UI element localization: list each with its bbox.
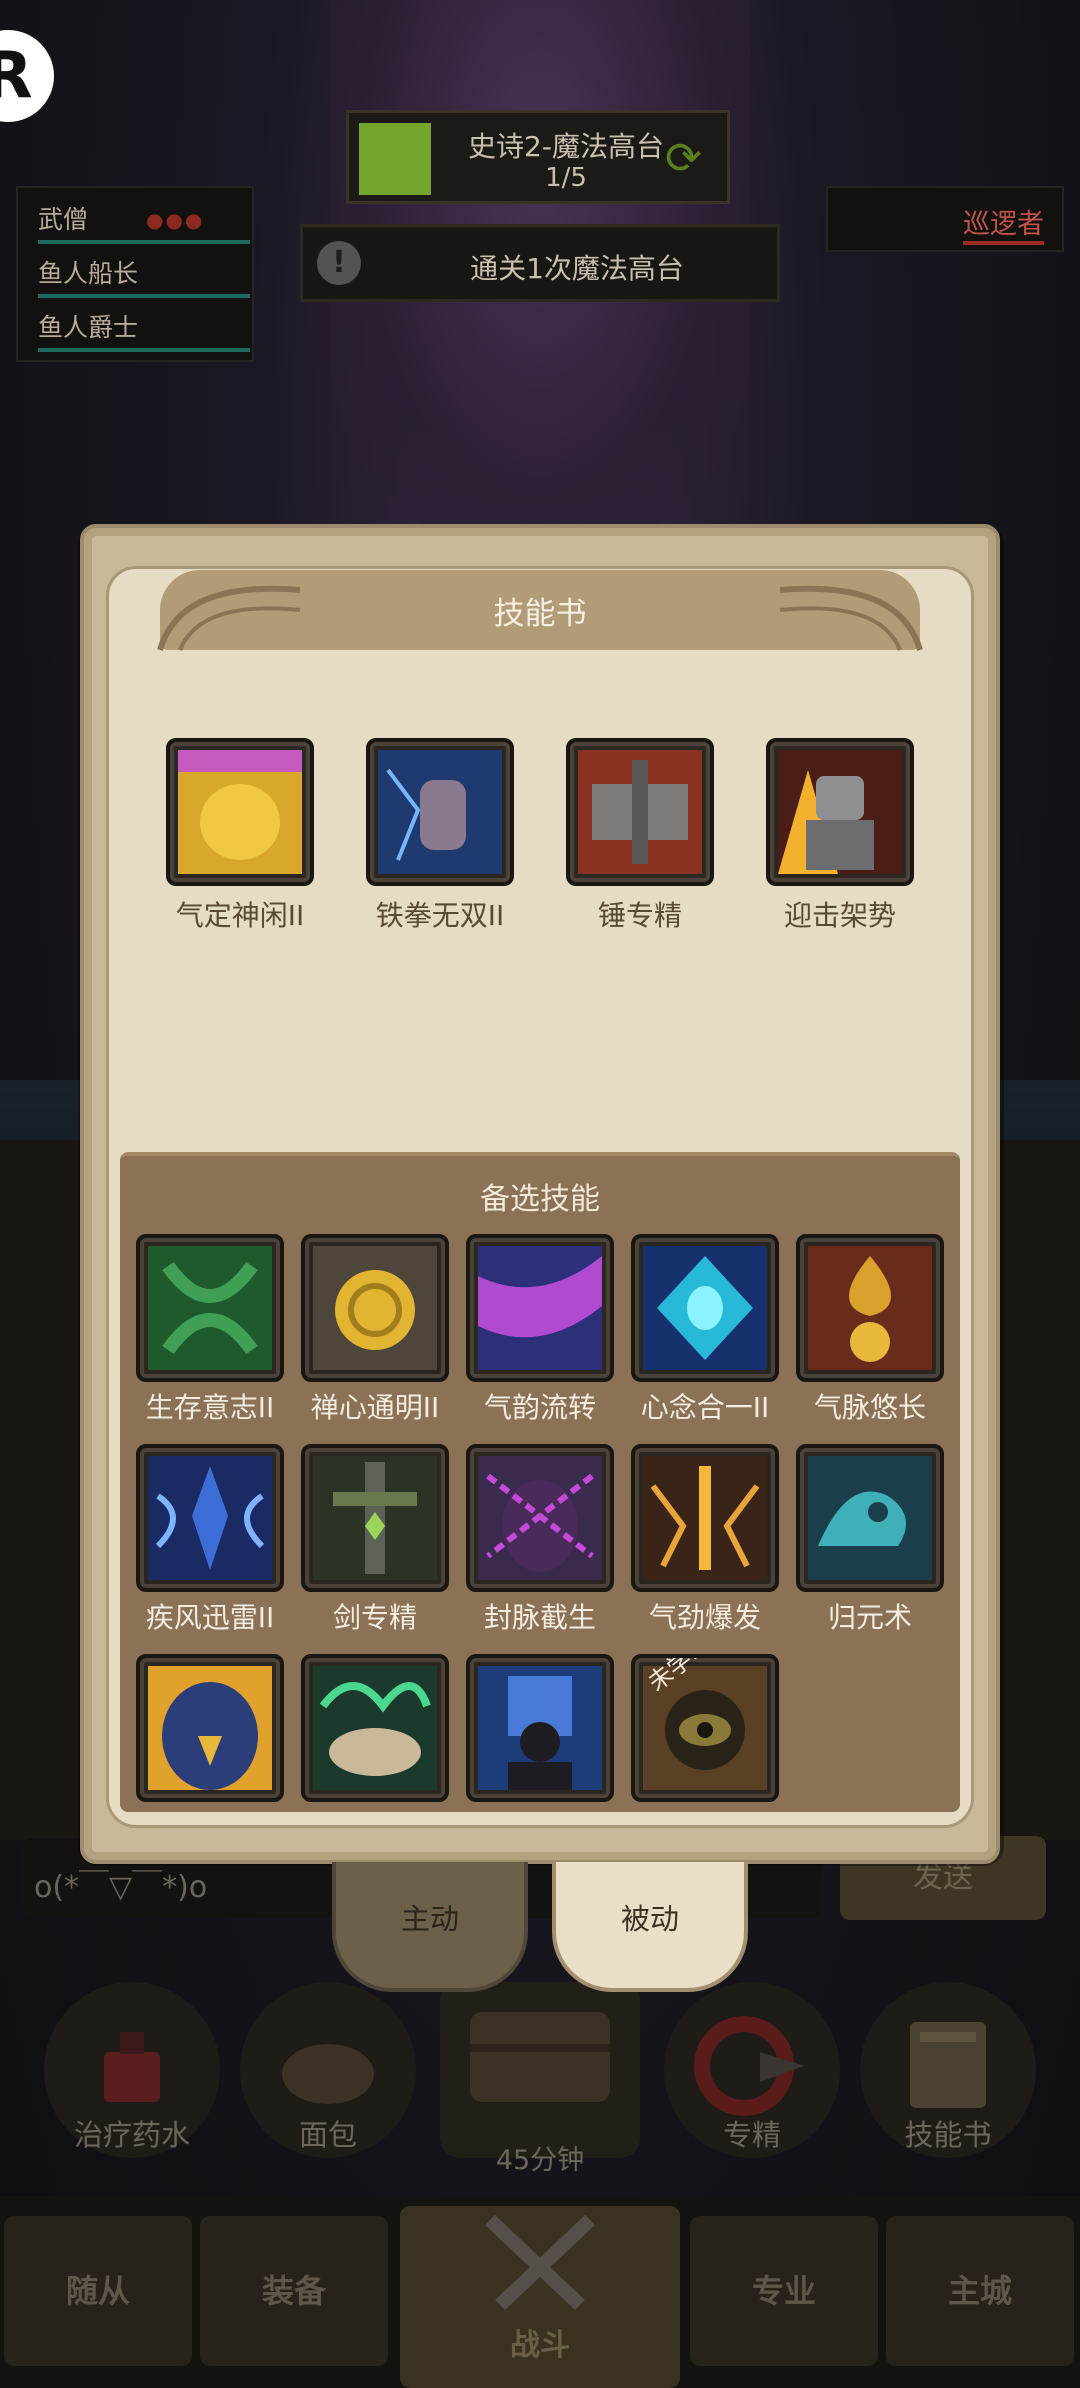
enemy-name[interactable]: 巡逻者 (963, 202, 1044, 245)
skill-label: 剑专精 (332, 1601, 417, 1634)
skill-label: 禅心通明II (310, 1391, 440, 1424)
cyan-gem-icon[interactable] (631, 1234, 779, 1382)
crossed-swords-icon (485, 2214, 595, 2311)
enemy-panel: 巡逻者 (826, 186, 1064, 252)
skill-label: 迎击架势 (783, 899, 896, 932)
app-logo: R (0, 30, 54, 122)
alternate-skills-title: 备选技能 (480, 1182, 600, 1217)
green-flame-fist-icon[interactable] (301, 1654, 449, 1802)
party-panel: 武僧 ●●● 鱼人船长 鱼人爵士 (16, 186, 254, 362)
nav-followers[interactable]: 随从 (4, 2216, 192, 2366)
tab-passive-skills-label: 被动 (620, 1902, 679, 1936)
skill-label: 封脉截生 (483, 1601, 596, 1634)
skill-label: 气定神闲II (175, 899, 305, 932)
stage-progress: 1/5 (545, 163, 587, 193)
eagle-icon[interactable] (136, 1654, 284, 1802)
skill-label: 疾风迅雷II (145, 1601, 275, 1634)
quick-item-label: 专精 (722, 2118, 781, 2152)
party-member[interactable]: 鱼人爵士 (38, 308, 250, 352)
party-member[interactable]: 武僧 (38, 200, 250, 244)
blue-lightning-icon[interactable] (136, 1444, 284, 1592)
skill-label: 铁拳无双II (375, 899, 505, 932)
nav-main-city[interactable]: 主城 (886, 2216, 1074, 2366)
golden-torso-icon[interactable] (166, 738, 314, 886)
status-dots: ●●● (146, 208, 205, 232)
nav-battle-label: 战斗 (510, 2328, 570, 2363)
stage-color-swatch (359, 123, 431, 195)
quick-item-label: 面包 (298, 2118, 357, 2152)
teal-wave-icon[interactable] (796, 1444, 944, 1592)
sword-mastery-icon[interactable] (301, 1444, 449, 1592)
nav-profession[interactable]: 专业 (690, 2216, 878, 2366)
blue-spirit-icon[interactable] (466, 1654, 614, 1802)
iron-fist-icon[interactable] (366, 738, 514, 886)
tab-active-skills-label: 主动 (400, 1902, 459, 1936)
chest-timer: 45分钟 (495, 2145, 585, 2176)
chest-icon[interactable] (440, 1982, 640, 2158)
skill-label: 心念合一II (640, 1391, 770, 1424)
alert-icon: ! (317, 241, 361, 285)
skill-label: 锤专精 (597, 899, 682, 932)
chained-figure-icon[interactable] (466, 1444, 614, 1592)
stage-info[interactable]: 史诗2-魔法高台 1/5 ⟳ (346, 110, 730, 204)
quick-item-label: 治疗药水 (73, 2118, 190, 2152)
vine-knot-icon[interactable] (136, 1234, 284, 1382)
quest-banner[interactable]: ! 通关1次魔法高台 (300, 224, 780, 302)
skill-label: 气劲爆发 (648, 1601, 761, 1634)
skill-label: 气脉悠长 (813, 1391, 926, 1424)
bronze-eye-icon[interactable]: 未学习 (631, 1654, 779, 1802)
quest-text: 通关1次魔法高台 (470, 252, 684, 285)
chat-text: o(*￣▽￣*)o (34, 1870, 208, 1905)
skill-label: 生存意志II (145, 1391, 275, 1424)
stage-title: 史诗2-魔法高台 (468, 130, 664, 163)
golden-bloom-icon[interactable] (796, 1234, 944, 1382)
quick-item-label: 技能书 (904, 2118, 992, 2152)
golden-burst-icon[interactable] (631, 1444, 779, 1592)
refresh-icon[interactable]: ⟳ (665, 133, 702, 184)
armored-stance-icon[interactable] (766, 738, 914, 886)
hammer-mastery-icon[interactable] (566, 738, 714, 886)
skill-label: 归元术 (827, 1601, 912, 1634)
nav-equipment[interactable]: 装备 (200, 2216, 388, 2366)
party-member[interactable]: 鱼人船长 (38, 254, 250, 298)
modal-title: 技能书 (493, 596, 587, 632)
purple-flow-icon[interactable] (466, 1234, 614, 1382)
skill-label: 气韵流转 (483, 1391, 596, 1424)
golden-spiral-icon[interactable] (301, 1234, 449, 1382)
